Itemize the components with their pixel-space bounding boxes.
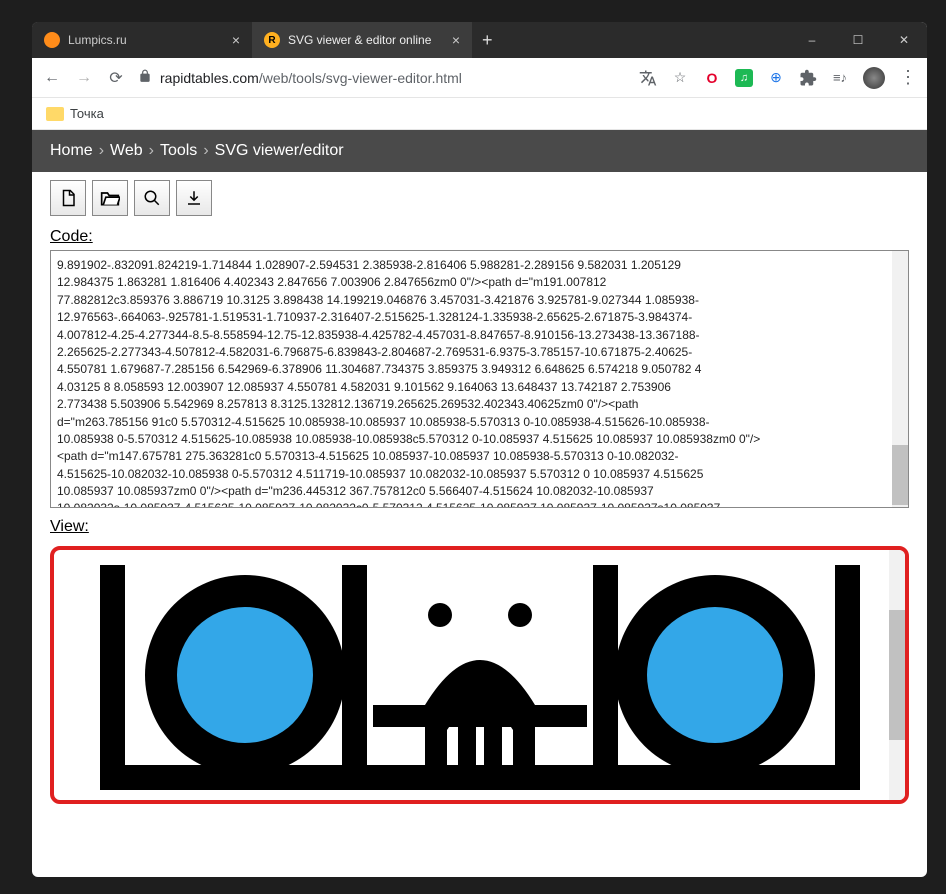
back-button[interactable]: ← — [42, 68, 62, 88]
editor-toolbar — [32, 172, 927, 224]
forward-button[interactable]: → — [74, 68, 94, 88]
breadcrumb-tools[interactable]: Tools — [160, 142, 197, 160]
url-domain: rapidtables.com — [160, 70, 259, 86]
new-file-button[interactable] — [50, 180, 86, 216]
translate-icon[interactable] — [639, 69, 657, 87]
scrollbar-thumb[interactable] — [889, 610, 905, 740]
chevron-right-icon: › — [99, 142, 104, 160]
zoom-button[interactable] — [134, 180, 170, 216]
close-button[interactable]: ✕ — [881, 22, 927, 58]
code-textarea[interactable]: 9.891902-.832091.824219-1.714844 1.02890… — [50, 250, 909, 508]
breadcrumb-current: SVG viewer/editor — [215, 142, 344, 160]
folder-icon — [46, 107, 64, 121]
music-icon[interactable]: ♫ — [735, 69, 753, 87]
bookmarks-bar: Точка — [32, 98, 927, 130]
close-icon[interactable]: × — [452, 32, 460, 48]
code-content: 9.891902-.832091.824219-1.714844 1.02890… — [57, 257, 902, 508]
menu-icon[interactable]: ⋮ — [899, 69, 917, 87]
lock-icon — [138, 69, 152, 86]
reload-button[interactable]: ⟳ — [106, 68, 126, 88]
opera-icon[interactable]: O — [703, 69, 721, 87]
tab-title: SVG viewer & editor online — [288, 33, 431, 47]
playlist-icon[interactable]: ≡♪ — [831, 69, 849, 87]
view-label: View: — [50, 518, 909, 536]
browser-window: Lumpics.ru × R SVG viewer & editor onlin… — [32, 22, 927, 877]
rendered-svg — [90, 555, 870, 795]
minimize-button[interactable]: – — [789, 22, 835, 58]
favicon-rapidtables: R — [264, 32, 280, 48]
breadcrumb-web[interactable]: Web — [110, 142, 143, 160]
new-tab-button[interactable]: + — [472, 22, 503, 58]
chevron-right-icon: › — [203, 142, 208, 160]
titlebar: Lumpics.ru × R SVG viewer & editor onlin… — [32, 22, 927, 58]
extensions-icon[interactable] — [799, 69, 817, 87]
tab-title: Lumpics.ru — [68, 33, 127, 47]
download-button[interactable] — [176, 180, 212, 216]
svg-preview — [50, 546, 909, 804]
close-icon[interactable]: × — [232, 32, 240, 48]
url-field[interactable]: rapidtables.com/web/tools/svg-viewer-edi… — [138, 69, 627, 86]
scrollbar[interactable] — [892, 251, 908, 507]
breadcrumb-home[interactable]: Home — [50, 142, 93, 160]
content-area: Code: 9.891902-.832091.824219-1.714844 1… — [32, 224, 927, 877]
address-bar: ← → ⟳ rapidtables.com/web/tools/svg-view… — [32, 58, 927, 98]
scrollbar-thumb[interactable] — [892, 445, 908, 505]
tab-lumpics[interactable]: Lumpics.ru × — [32, 22, 252, 58]
star-icon[interactable]: ☆ — [671, 69, 689, 87]
maximize-button[interactable]: ☐ — [835, 22, 881, 58]
tab-svg-viewer[interactable]: R SVG viewer & editor online × — [252, 22, 472, 58]
tabs: Lumpics.ru × R SVG viewer & editor onlin… — [32, 22, 789, 58]
chevron-right-icon: › — [149, 142, 154, 160]
avatar[interactable] — [863, 67, 885, 89]
window-controls: – ☐ ✕ — [789, 22, 927, 58]
breadcrumb: Home › Web › Tools › SVG viewer/editor — [32, 130, 927, 172]
bookmark-item[interactable]: Точка — [70, 106, 104, 121]
extension-icons: ☆ O ♫ ⊕ ≡♪ ⋮ — [639, 67, 917, 89]
favicon-lumpics — [44, 32, 60, 48]
open-file-button[interactable] — [92, 180, 128, 216]
scrollbar[interactable] — [889, 550, 905, 800]
globe-icon[interactable]: ⊕ — [767, 69, 785, 87]
url-path: /web/tools/svg-viewer-editor.html — [259, 70, 462, 86]
code-label: Code: — [50, 228, 909, 246]
